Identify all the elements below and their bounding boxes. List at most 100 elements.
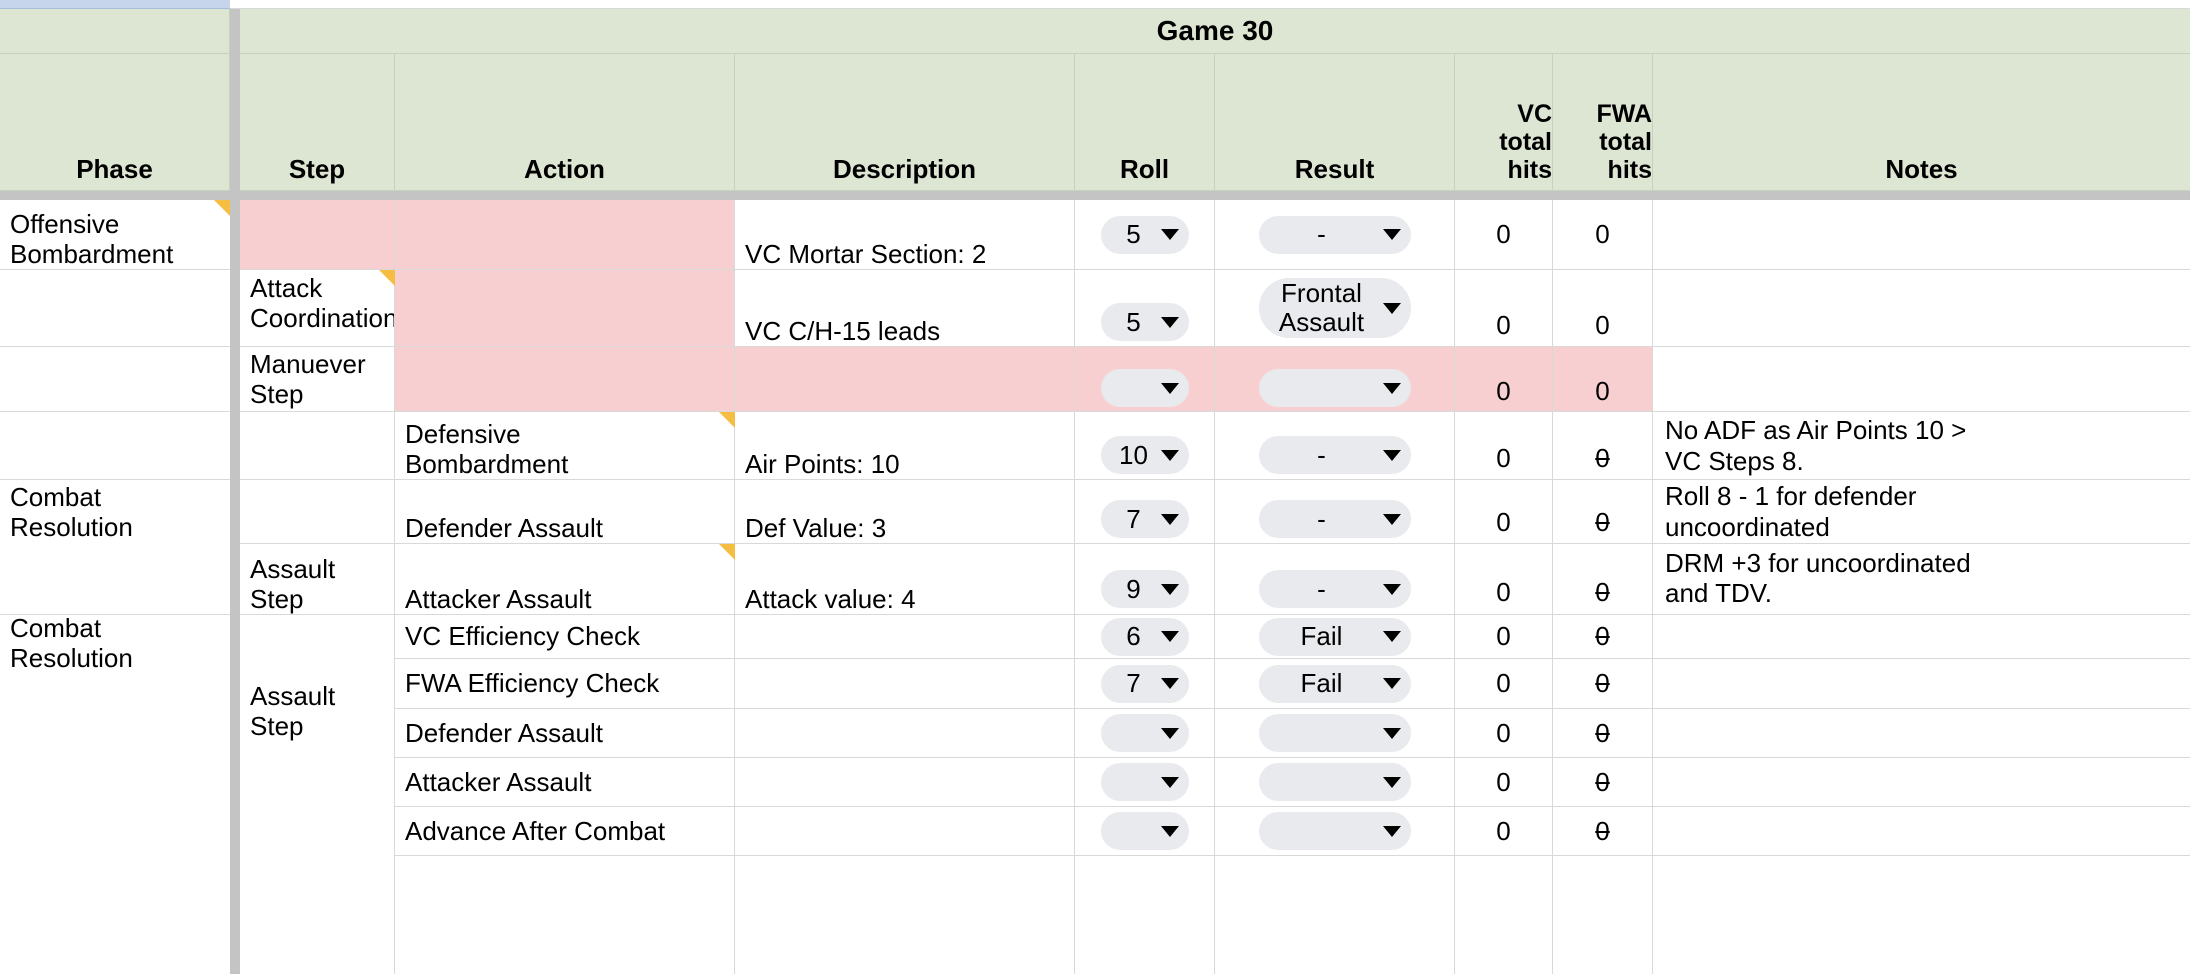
cell-fwa-total-hits[interactable]: 0 [1553,758,1653,807]
result-dropdown[interactable] [1258,763,1411,801]
column-header-notes[interactable]: Notes [1653,54,2190,191]
cell-phase[interactable] [0,659,230,709]
cell-roll[interactable] [1075,347,1215,412]
column-header-fwa-total-hits[interactable]: FWA total hits [1553,54,1653,191]
column-header-vc-total-hits[interactable]: VC total hits [1455,54,1553,191]
cell-notes[interactable] [1653,347,2190,412]
cell-action[interactable]: Defender Assault [395,709,735,758]
cell-result[interactable] [1215,347,1455,412]
cell-fwa-total-hits[interactable]: 0 [1553,412,1653,480]
cell-roll[interactable]: 5 [1075,200,1215,270]
column-header-roll[interactable]: Roll [1075,54,1215,191]
cell-description[interactable] [735,856,1075,974]
cell-step[interactable] [240,856,395,974]
roll-dropdown[interactable]: 5 [1100,303,1189,341]
cell-vc-total-hits[interactable]: 0 [1455,544,1553,615]
column-header-action[interactable]: Action [395,54,735,191]
comment-indicator-icon[interactable] [719,544,735,560]
cell-fwa-total-hits[interactable]: 0 [1553,270,1653,347]
cell-fwa-total-hits[interactable]: 0 [1553,709,1653,758]
cell-vc-total-hits[interactable]: 0 [1455,709,1553,758]
cell-description[interactable] [735,758,1075,807]
cell-result[interactable] [1215,856,1455,974]
cell-result[interactable]: - [1215,200,1455,270]
cell-description[interactable] [735,709,1075,758]
cell-phase[interactable] [0,615,230,659]
cell-description[interactable]: VC C/H-15 leads [735,270,1075,347]
cell-step[interactable]: Manuever Step [240,347,395,412]
result-dropdown[interactable]: Frontal Assault [1258,278,1411,338]
cell-vc-total-hits[interactable]: 0 [1455,412,1553,480]
cell-notes[interactable]: DRM +3 for uncoordinated and TDV. [1653,544,2190,615]
result-dropdown[interactable]: - [1258,570,1411,608]
cell-action[interactable]: Defensive Bombardment [395,412,735,480]
column-header-result[interactable]: Result [1215,54,1455,191]
cell-fwa-total-hits[interactable] [1553,856,1653,974]
result-dropdown[interactable]: - [1258,215,1411,254]
cell-roll[interactable] [1075,807,1215,856]
cell-notes[interactable] [1653,807,2190,856]
roll-dropdown[interactable] [1100,812,1189,850]
cell-action[interactable]: FWA Efficiency Check [395,659,735,709]
cell-notes[interactable] [1653,758,2190,807]
cell-phase[interactable] [0,807,230,856]
cell-step[interactable] [240,659,395,709]
result-dropdown[interactable] [1258,812,1411,850]
cell-result[interactable]: Fail [1215,659,1455,709]
comment-indicator-icon[interactable] [379,270,395,286]
cell-action[interactable] [395,347,735,412]
roll-dropdown[interactable] [1100,763,1189,801]
cell-action[interactable] [395,200,735,270]
spreadsheet-grid[interactable]: Game 30 Phase Step Action Description Ro… [0,9,2190,974]
cell-action[interactable]: Attacker Assault [395,544,735,615]
cell-phase[interactable] [0,758,230,807]
cell-notes[interactable] [1653,856,2190,974]
cell-vc-total-hits[interactable]: 0 [1455,480,1553,544]
cell-step[interactable] [240,615,395,659]
cell-notes[interactable]: Roll 8 - 1 for defender uncoordinated [1653,480,2190,544]
cell-description[interactable]: Air Points: 10 [735,412,1075,480]
roll-dropdown[interactable]: 9 [1100,570,1189,608]
roll-dropdown[interactable]: 7 [1100,500,1189,538]
column-header-description[interactable]: Description [735,54,1075,191]
cell-roll[interactable] [1075,856,1215,974]
cell-vc-total-hits[interactable]: 0 [1455,615,1553,659]
cell-description[interactable]: Attack value: 4 [735,544,1075,615]
cell-action[interactable]: Defender Assault [395,480,735,544]
cell-action[interactable]: VC Efficiency Check [395,615,735,659]
cell-result[interactable]: - [1215,544,1455,615]
cell-roll[interactable] [1075,709,1215,758]
cell-action[interactable] [395,270,735,347]
cell-description[interactable]: Def Value: 3 [735,480,1075,544]
cell-phase[interactable]: Offensive Bombardment [0,200,230,270]
column-header-step[interactable]: Step [240,54,395,191]
cell-roll[interactable] [1075,758,1215,807]
cell-action[interactable] [395,856,735,974]
cell-step[interactable]: Assault Step [240,544,395,615]
cell-phase[interactable] [0,270,230,347]
result-dropdown[interactable] [1258,369,1411,407]
cell-vc-total-hits[interactable] [1455,856,1553,974]
cell-phase[interactable] [0,347,230,412]
cell-description[interactable] [735,615,1075,659]
cell-result[interactable] [1215,758,1455,807]
cell-description[interactable] [735,347,1075,412]
cell-step[interactable] [240,709,395,758]
comment-indicator-icon[interactable] [719,412,735,428]
cell-result[interactable]: Frontal Assault [1215,270,1455,347]
cell-step[interactable] [240,758,395,807]
cell-notes[interactable] [1653,709,2190,758]
cell-roll[interactable]: 7 [1075,659,1215,709]
cell-roll[interactable]: 9 [1075,544,1215,615]
cell-roll[interactable]: 7 [1075,480,1215,544]
cell-result[interactable]: Fail [1215,615,1455,659]
cell-roll[interactable]: 6 [1075,615,1215,659]
cell-description[interactable]: VC Mortar Section: 2 [735,200,1075,270]
cell-step[interactable]: Attack Coordination [240,270,395,347]
cell-result[interactable]: - [1215,480,1455,544]
cell-fwa-total-hits[interactable]: 0 [1553,544,1653,615]
roll-dropdown[interactable] [1100,714,1189,752]
roll-dropdown[interactable] [1100,369,1189,407]
column-header-phase[interactable]: Phase [0,54,230,191]
cell-notes[interactable]: No ADF as Air Points 10 > VC Steps 8. [1653,412,2190,480]
